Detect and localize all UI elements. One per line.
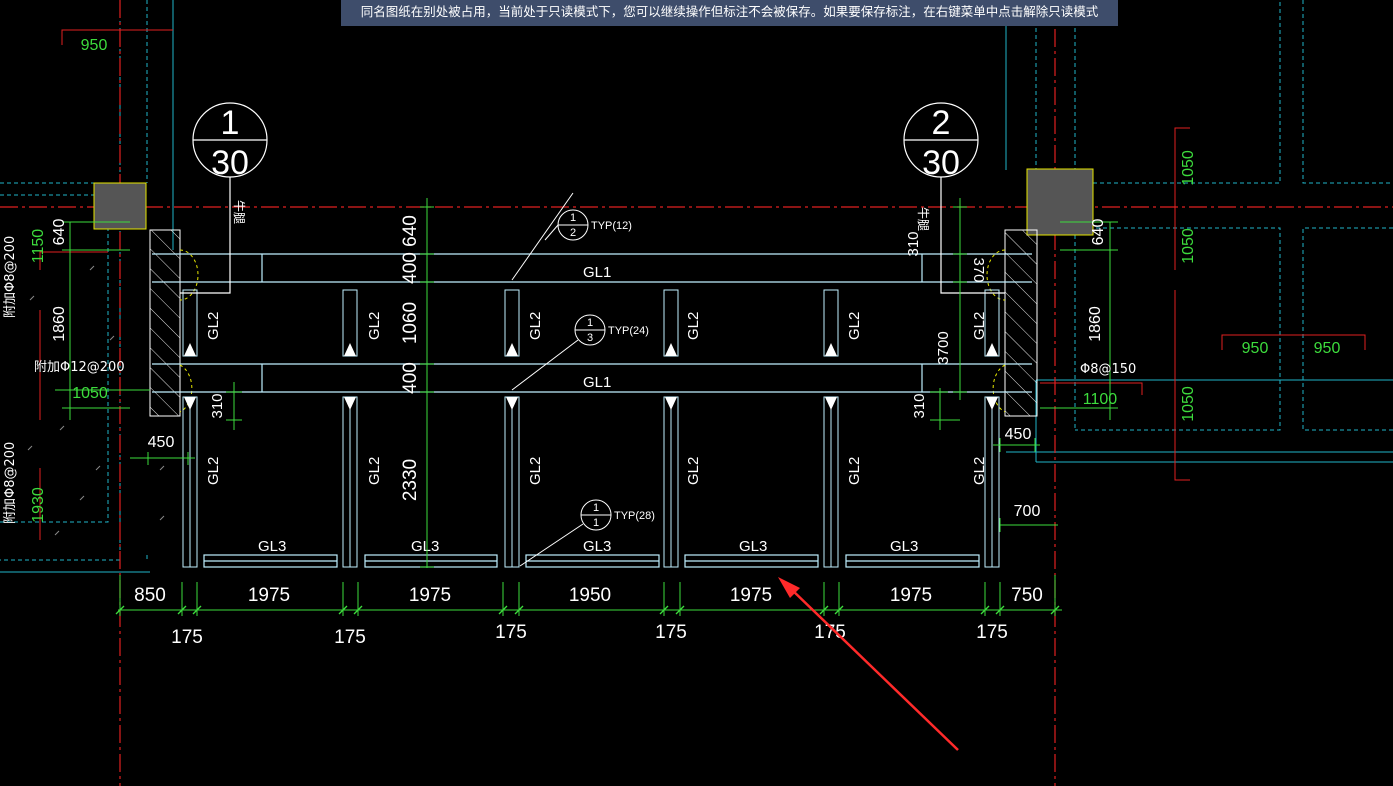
detail-marker-typ12-den: 2 [570, 227, 576, 239]
dim-text: 750 [1011, 585, 1043, 606]
dim-text: 1975 [890, 585, 932, 606]
beam-label-gl2: GL2 [971, 312, 988, 340]
dim-text: 175 [495, 622, 527, 643]
dim-text-top-left: 950 [81, 37, 108, 54]
dim-text: 1975 [409, 585, 451, 606]
read-only-notice-banner: 同名图纸在别处被占用，当前处于只读模式下，您可以继续操作但标注不会被保存。如果要… [341, 0, 1118, 26]
dim-text: 850 [134, 585, 166, 606]
beam-label-gl2: GL2 [971, 457, 988, 485]
rebar-note-left-mid: 附加Φ12@200 [34, 360, 125, 375]
dim-text: 175 [976, 622, 1008, 643]
beam-label-gl2: GL2 [685, 312, 702, 340]
dim-text: 3700 [935, 331, 952, 364]
dim-text: 1050 [72, 385, 108, 402]
beam-label-gl3: GL3 [583, 538, 611, 555]
dim-text: 310 [911, 393, 928, 418]
beam-label-gl3: GL3 [258, 538, 286, 555]
dim-text: 1050 [1180, 150, 1197, 186]
dim-text: 1975 [248, 585, 290, 606]
dim-text: 640 [51, 219, 68, 246]
dim-text: 950 [1314, 340, 1341, 357]
dim-text: 1930 [30, 487, 47, 523]
beam-label-gl2: GL2 [846, 457, 863, 485]
dim-text: 1950 [569, 585, 611, 606]
beam-label-gl3: GL3 [890, 538, 918, 555]
beam-label-gl2: GL2 [366, 312, 383, 340]
dim-text: 370 [970, 257, 987, 282]
detail-marker-typ24-den: 3 [587, 332, 593, 344]
beam-label-gl2: GL2 [205, 457, 222, 485]
dim-text: 640 [400, 215, 421, 247]
beam-label-gl1-top: GL1 [583, 264, 611, 281]
dim-text: 2330 [400, 459, 421, 501]
cad-drawing-canvas[interactable]: GL1 GL1 GL3 GL3 GL3 GL3 GL3 GL2 GL2 GL2 … [0, 0, 1393, 786]
dim-text: 310 [905, 231, 922, 256]
beam-label-gl2: GL2 [846, 312, 863, 340]
dim-text: 175 [171, 627, 203, 648]
dim-text: 450 [1005, 426, 1032, 443]
rebar-note-right: Φ8@150 [1080, 362, 1136, 377]
column-right [1026, 168, 1094, 236]
rebar-note-left-top: 附加Φ8@200 [3, 236, 18, 318]
dim-text: 175 [655, 622, 687, 643]
dim-text: 640 [1090, 219, 1107, 246]
dim-text: 1050 [1180, 228, 1197, 264]
dim-text: 1975 [730, 585, 772, 606]
beam-label-gl3: GL3 [411, 538, 439, 555]
section-marker-2-den: 30 [922, 144, 960, 182]
section-marker-1-den: 30 [211, 144, 249, 182]
detail-marker-typ28-label: TYP(28) [614, 510, 655, 522]
beam-label-gl2: GL2 [685, 457, 702, 485]
detail-marker-typ24-num: 1 [587, 317, 593, 329]
dim-text: 1050 [1180, 386, 1197, 422]
section-marker-1-num: 1 [221, 104, 240, 142]
corbel-label-right: 牛腿 [916, 207, 931, 231]
beam-label-gl2: GL2 [527, 457, 544, 485]
dim-text: 400 [400, 362, 421, 394]
dim-text: 400 [400, 252, 421, 284]
beam-label-gl2: GL2 [366, 457, 383, 485]
beam-label-gl2: GL2 [205, 312, 222, 340]
dim-text: 1100 [1083, 391, 1118, 408]
detail-marker-typ12-label: TYP(12) [591, 220, 632, 232]
dim-text: 310 [209, 393, 226, 418]
dim-text: 1150 [30, 229, 47, 264]
dim-text: 450 [148, 434, 175, 451]
beam-label-gl3: GL3 [739, 538, 767, 555]
corbel-label-left: 牛腿 [232, 200, 247, 224]
detail-marker-typ28-den: 1 [593, 517, 599, 529]
dim-text: 1860 [1087, 306, 1104, 342]
dim-text: 175 [334, 627, 366, 648]
dim-text: 700 [1014, 503, 1041, 520]
beam-label-gl1-mid: GL1 [583, 374, 611, 391]
rebar-note-left-bottom: 附加Φ8@200 [3, 442, 18, 524]
section-marker-2-num: 2 [932, 104, 951, 142]
dim-text: 1060 [400, 302, 421, 344]
beam-label-gl2: GL2 [527, 312, 544, 340]
dim-text: 1860 [51, 306, 68, 342]
detail-marker-typ28-num: 1 [593, 502, 599, 514]
detail-marker-typ12-num: 1 [570, 212, 576, 224]
detail-marker-typ24-label: TYP(24) [608, 325, 649, 337]
dim-text: 950 [1242, 340, 1269, 357]
